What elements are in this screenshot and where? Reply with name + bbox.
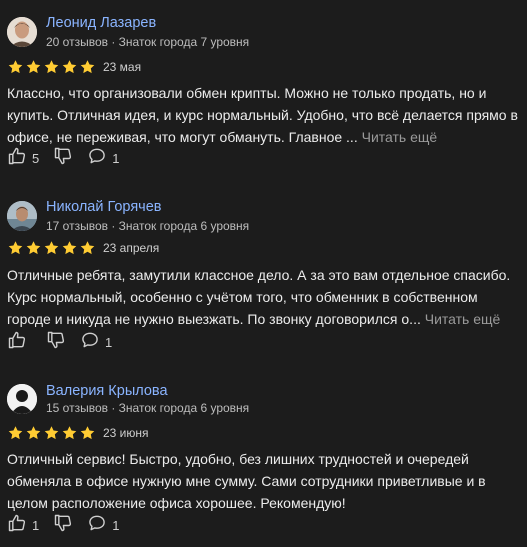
- read-more-link[interactable]: Читать ещё: [362, 129, 438, 145]
- star-icon: [62, 60, 77, 74]
- avatar[interactable]: [7, 17, 37, 47]
- comment-button[interactable]: 1: [87, 146, 119, 171]
- dislike-button[interactable]: [53, 146, 73, 171]
- star-icon: [8, 241, 23, 255]
- star-icon: [26, 60, 41, 74]
- review-actions: 1 1: [7, 513, 133, 538]
- dislike-button[interactable]: [53, 513, 73, 538]
- star-icon: [80, 241, 95, 255]
- star-icon: [80, 60, 95, 74]
- like-button[interactable]: 5: [7, 146, 39, 171]
- thumbs-down-icon: [53, 513, 73, 538]
- rating-stars: [7, 240, 96, 256]
- comment-count: 1: [112, 151, 120, 166]
- dislike-button[interactable]: [46, 330, 66, 355]
- rating-stars: [7, 425, 96, 441]
- reviewer-name[interactable]: Леонид Лазарев: [46, 15, 156, 31]
- star-icon: [44, 60, 59, 74]
- star-icon: [8, 60, 23, 74]
- thumbs-up-icon: [7, 330, 27, 355]
- review-actions: 1: [7, 330, 126, 355]
- review-date: 23 апреля: [103, 241, 160, 255]
- like-count: 1: [32, 518, 40, 533]
- thumbs-down-icon: [53, 146, 73, 171]
- star-icon: [80, 426, 95, 440]
- reviewer-meta: 15 отзывов · Знаток города 6 уровня: [46, 401, 250, 415]
- thumbs-up-icon: [7, 513, 27, 538]
- comment-count: 1: [105, 335, 113, 350]
- review-text: Отличный сервис! Быстро, удобно, без лиш…: [7, 448, 519, 514]
- star-icon: [8, 426, 23, 440]
- like-count: 5: [32, 151, 40, 166]
- like-button[interactable]: [7, 330, 32, 355]
- review-text: Отличные ребята, замутили классное дело.…: [7, 264, 519, 330]
- review-actions: 5 1: [7, 146, 133, 171]
- star-icon: [26, 241, 41, 255]
- comment-icon: [80, 330, 100, 355]
- like-button[interactable]: 1: [7, 513, 39, 538]
- star-icon: [44, 426, 59, 440]
- reviewer-meta: 20 отзывов · Знаток города 7 уровня: [46, 35, 250, 49]
- review-body: Отличный сервис! Быстро, удобно, без лиш…: [7, 451, 486, 511]
- read-more-link[interactable]: Читать ещё: [425, 311, 501, 327]
- reviewer-name[interactable]: Николай Горячев: [46, 199, 162, 215]
- comment-count: 1: [112, 518, 120, 533]
- rating-stars: [7, 59, 96, 75]
- review-text: Классно, что организовали обмен крипты. …: [7, 82, 519, 148]
- star-icon: [26, 426, 41, 440]
- reviewer-name[interactable]: Валерия Крылова: [46, 383, 168, 399]
- review-body: Классно, что организовали обмен крипты. …: [7, 85, 518, 145]
- star-icon: [62, 241, 77, 255]
- review-date: 23 июня: [103, 426, 149, 440]
- star-icon: [62, 426, 77, 440]
- avatar[interactable]: [7, 201, 37, 231]
- review-date: 23 мая: [103, 60, 142, 74]
- comment-button[interactable]: 1: [87, 513, 119, 538]
- comment-button[interactable]: 1: [80, 330, 112, 355]
- comment-icon: [87, 146, 107, 171]
- thumbs-down-icon: [46, 330, 66, 355]
- avatar[interactable]: [7, 384, 37, 414]
- thumbs-up-icon: [7, 146, 27, 171]
- reviewer-meta: 17 отзывов · Знаток города 6 уровня: [46, 219, 250, 233]
- comment-icon: [87, 513, 107, 538]
- star-icon: [44, 241, 59, 255]
